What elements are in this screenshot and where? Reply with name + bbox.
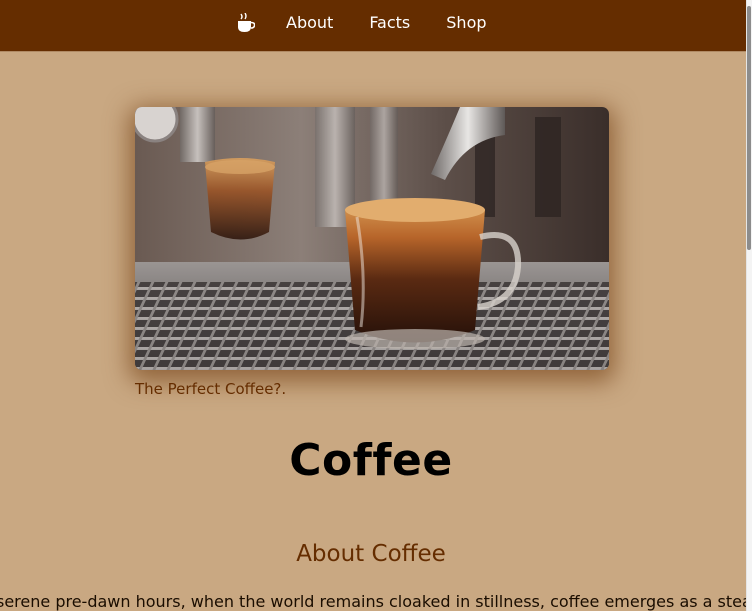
scrollbar-thumb[interactable] — [747, 6, 751, 250]
nav-menu: About Facts Shop — [237, 12, 523, 33]
vertical-scrollbar[interactable] — [746, 0, 752, 611]
navbar: About Facts Shop — [0, 0, 747, 52]
nav-link-shop[interactable]: Shop — [446, 13, 486, 33]
hero-image — [135, 107, 609, 370]
page: About Facts Shop The Perfect Coffee?. Co… — [0, 0, 752, 611]
about-paragraph: serene pre-dawn hours, when the world re… — [0, 592, 752, 611]
nav-link-about[interactable]: About — [286, 13, 333, 33]
nav-link-facts[interactable]: Facts — [369, 13, 410, 33]
coffee-cup-icon[interactable] — [237, 12, 256, 33]
page-title: Coffee — [289, 435, 453, 486]
hero-caption: The Perfect Coffee?. — [135, 380, 287, 398]
section-title-about: About Coffee — [296, 541, 446, 567]
